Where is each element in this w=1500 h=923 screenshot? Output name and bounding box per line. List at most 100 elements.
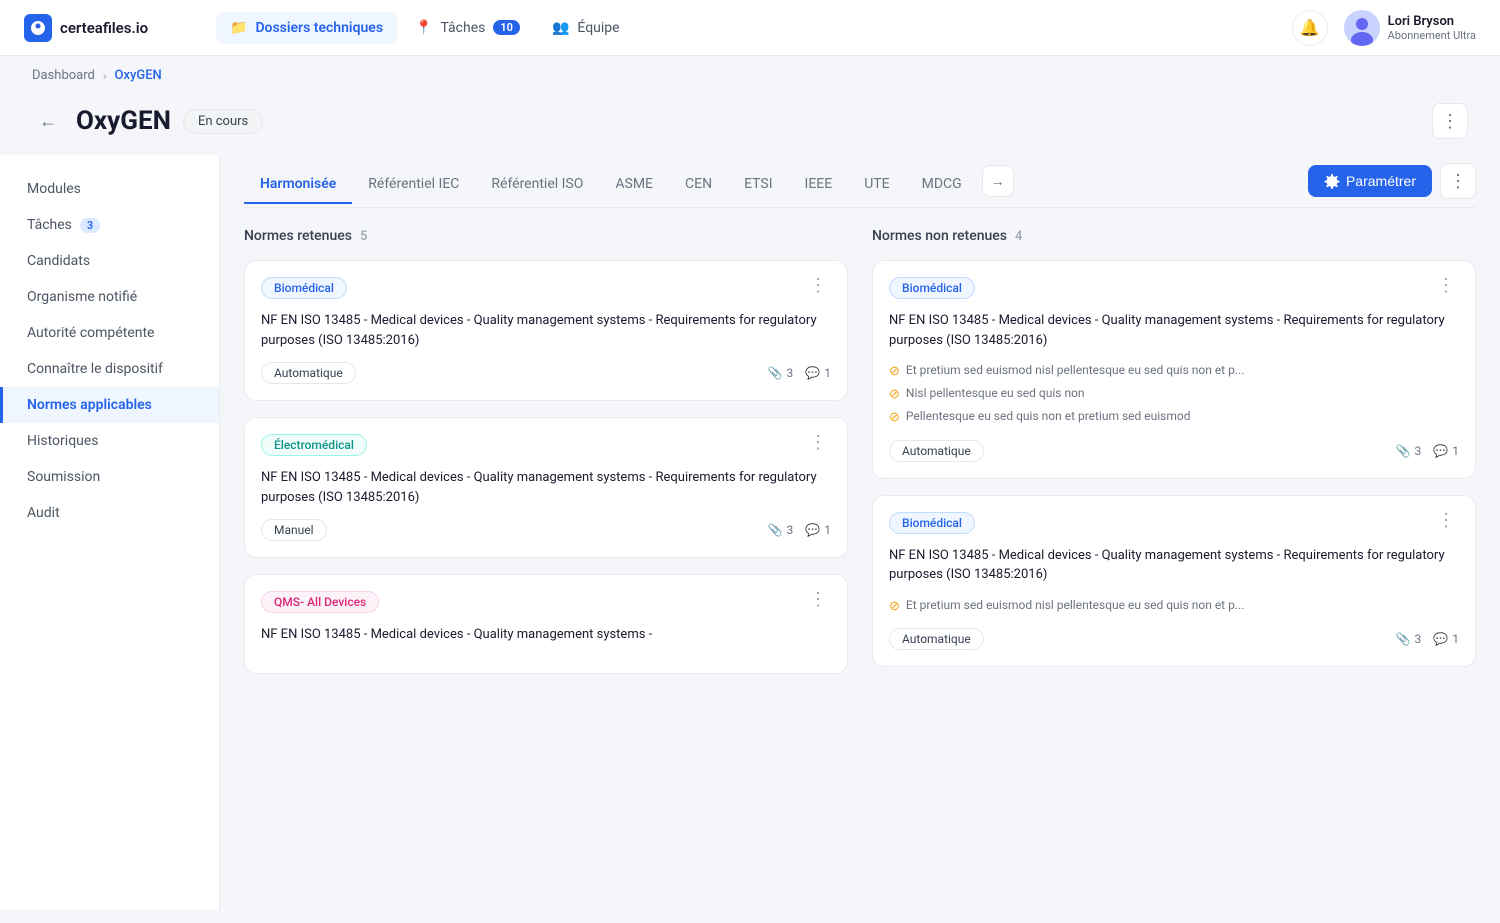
sidebar-item-taches[interactable]: Tâches 3 <box>0 207 219 243</box>
tab-harmonisee[interactable]: Harmonisée <box>244 166 352 204</box>
main-content: Harmonisée Référentiel IEC Référentiel I… <box>220 155 1500 910</box>
warning-icon-1: ⊘ <box>889 363 900 381</box>
card-r2-dots[interactable]: ⋮ <box>1433 512 1459 530</box>
norm-card-2: Électromédical ⋮ NF EN ISO 13485 - Medic… <box>244 417 848 558</box>
tabs-more-button[interactable]: ⋮ <box>1440 163 1476 199</box>
card-r1-comments: 💬 1 <box>1433 444 1459 458</box>
card-1-dots[interactable]: ⋮ <box>805 277 831 295</box>
warning-text-r2-1: Et pretium sed euismod nisl pellentesque… <box>906 597 1244 614</box>
sidebar-item-soumission[interactable]: Soumission <box>0 459 219 495</box>
logo-icon <box>24 14 52 42</box>
card-r1-dots[interactable]: ⋮ <box>1433 277 1459 295</box>
tab-cen[interactable]: CEN <box>669 166 728 204</box>
norm-card-r1: Biomédical ⋮ NF EN ISO 13485 - Medical d… <box>872 260 1476 479</box>
card-1-tag: Biomédical <box>261 277 347 299</box>
card-r2-warnings: ⊘ Et pretium sed euismod nisl pellentesq… <box>889 597 1459 616</box>
nav-equipe[interactable]: 👥 Équipe <box>538 12 634 44</box>
warning-item-r1-3: ⊘ Pellentesque eu sed quis non et pretiu… <box>889 408 1459 427</box>
nav-dossiers[interactable]: 📁 Dossiers techniques <box>216 12 397 44</box>
card-1-footer: Automatique 📎 3 💬 1 <box>261 362 831 384</box>
card-r2-meta: 📎 3 💬 1 <box>1396 632 1459 646</box>
top-navigation: certeafiles.io 📁 Dossiers techniques 📍 T… <box>0 0 1500 56</box>
user-area[interactable]: Lori Bryson Abonnement Ultra <box>1344 10 1476 46</box>
right-column: Normes non retenues 4 Biomédical ⋮ NF EN… <box>872 228 1476 690</box>
sidebar-label-candidats: Candidats <box>27 253 90 269</box>
card-3-dots[interactable]: ⋮ <box>805 591 831 609</box>
warning-icon-3: ⊘ <box>889 409 900 427</box>
cards-area: Normes retenues 5 Biomédical ⋮ NF EN ISO… <box>244 208 1476 710</box>
nav-items: 📁 Dossiers techniques 📍 Tâches 10 👥 Équi… <box>216 12 1260 44</box>
page-more-button[interactable]: ⋮ <box>1432 103 1468 139</box>
card-3-header: QMS- All Devices ⋮ <box>261 591 831 613</box>
logo-area[interactable]: certeafiles.io <box>24 14 184 42</box>
warning-item-r1-1: ⊘ Et pretium sed euismod nisl pellentesq… <box>889 362 1459 381</box>
comment-icon: 💬 <box>805 366 820 380</box>
breadcrumb-parent[interactable]: Dashboard <box>32 68 95 83</box>
card-1-header: Biomédical ⋮ <box>261 277 831 299</box>
card-2-meta: 📎 3 💬 1 <box>768 523 831 537</box>
sidebar-label-historiques: Historiques <box>27 433 99 449</box>
parametrer-label: Paramétrer <box>1346 173 1416 189</box>
card-r1-method: Automatique <box>889 440 984 462</box>
tab-asme[interactable]: ASME <box>599 166 669 204</box>
card-2-title: NF EN ISO 13485 - Medical devices - Qual… <box>261 468 831 507</box>
card-r1-title: NF EN ISO 13485 - Medical devices - Qual… <box>889 311 1459 350</box>
tabs-arrow-button[interactable]: → <box>982 165 1014 197</box>
right-column-count: 4 <box>1015 229 1022 244</box>
sidebar-label-soumission: Soumission <box>27 469 100 485</box>
sidebar-item-connaitre[interactable]: Connaître le dispositif <box>0 351 219 387</box>
card-3-title: NF EN ISO 13485 - Medical devices - Qual… <box>261 625 831 645</box>
sidebar-item-audit[interactable]: Audit <box>0 495 219 531</box>
card-r2-tag: Biomédical <box>889 512 975 534</box>
taches-sidebar-badge: 3 <box>80 218 100 233</box>
card-r1-meta: 📎 3 💬 1 <box>1396 444 1459 458</box>
left-column: Normes retenues 5 Biomédical ⋮ NF EN ISO… <box>244 228 848 690</box>
sidebar-item-candidats[interactable]: Candidats <box>0 243 219 279</box>
left-column-count: 5 <box>360 229 367 244</box>
tab-etsi[interactable]: ETSI <box>728 166 788 204</box>
paperclip-icon-r1: 📎 <box>1396 444 1411 458</box>
notification-button[interactable]: 🔔 <box>1292 10 1328 46</box>
sidebar-item-normes[interactable]: Normes applicables <box>0 387 219 423</box>
card-2-comments: 💬 1 <box>805 523 831 537</box>
paperclip-icon-2: 📎 <box>768 523 783 537</box>
avatar <box>1344 10 1380 46</box>
card-2-tag: Électromédical <box>261 434 367 456</box>
card-r1-footer: Automatique 📎 3 💬 1 <box>889 440 1459 462</box>
card-1-title: NF EN ISO 13485 - Medical devices - Qual… <box>261 311 831 350</box>
parametrer-button[interactable]: Paramétrer <box>1308 165 1432 197</box>
pin-icon: 📍 <box>415 20 432 36</box>
sidebar-item-historiques[interactable]: Historiques <box>0 423 219 459</box>
norm-card-1: Biomédical ⋮ NF EN ISO 13485 - Medical d… <box>244 260 848 401</box>
tab-iso[interactable]: Référentiel ISO <box>475 166 599 204</box>
back-button[interactable]: ← <box>32 105 64 137</box>
warning-icon-2: ⊘ <box>889 386 900 404</box>
nav-right: 🔔 Lori Bryson Abonnement Ultra <box>1292 10 1476 46</box>
sidebar-item-organisme[interactable]: Organisme notifié <box>0 279 219 315</box>
card-r2-footer: Automatique 📎 3 💬 1 <box>889 628 1459 650</box>
card-1-meta: 📎 3 💬 1 <box>768 366 831 380</box>
card-2-dots[interactable]: ⋮ <box>805 434 831 452</box>
warning-item-r2-1: ⊘ Et pretium sed euismod nisl pellentesq… <box>889 597 1459 616</box>
card-r2-header: Biomédical ⋮ <box>889 512 1459 534</box>
tab-ute[interactable]: UTE <box>848 166 905 204</box>
tab-iec[interactable]: Référentiel IEC <box>352 166 475 204</box>
right-column-header: Normes non retenues 4 <box>872 228 1476 244</box>
card-r2-title: NF EN ISO 13485 - Medical devices - Qual… <box>889 546 1459 585</box>
sidebar-label-normes: Normes applicables <box>27 397 152 413</box>
settings-icon <box>1324 173 1340 189</box>
sidebar-item-modules[interactable]: Modules <box>0 171 219 207</box>
page-header: ← OxyGEN En cours ⋮ <box>0 95 1500 155</box>
card-2-attachments: 📎 3 <box>768 523 794 537</box>
taches-badge: 10 <box>493 20 520 35</box>
tab-mdcg[interactable]: MDCG <box>906 166 978 204</box>
status-badge: En cours <box>183 109 263 134</box>
nav-taches[interactable]: 📍 Tâches 10 <box>401 12 534 44</box>
sidebar-item-autorite[interactable]: Autorité compétente <box>0 315 219 351</box>
card-2-method: Manuel <box>261 519 327 541</box>
page-header-left: ← OxyGEN En cours <box>32 105 263 137</box>
tab-ieee[interactable]: IEEE <box>789 166 849 204</box>
card-r2-comments: 💬 1 <box>1433 632 1459 646</box>
sidebar-label-connaitre: Connaître le dispositif <box>27 361 163 377</box>
tabs-bar: Harmonisée Référentiel IEC Référentiel I… <box>244 155 1476 208</box>
